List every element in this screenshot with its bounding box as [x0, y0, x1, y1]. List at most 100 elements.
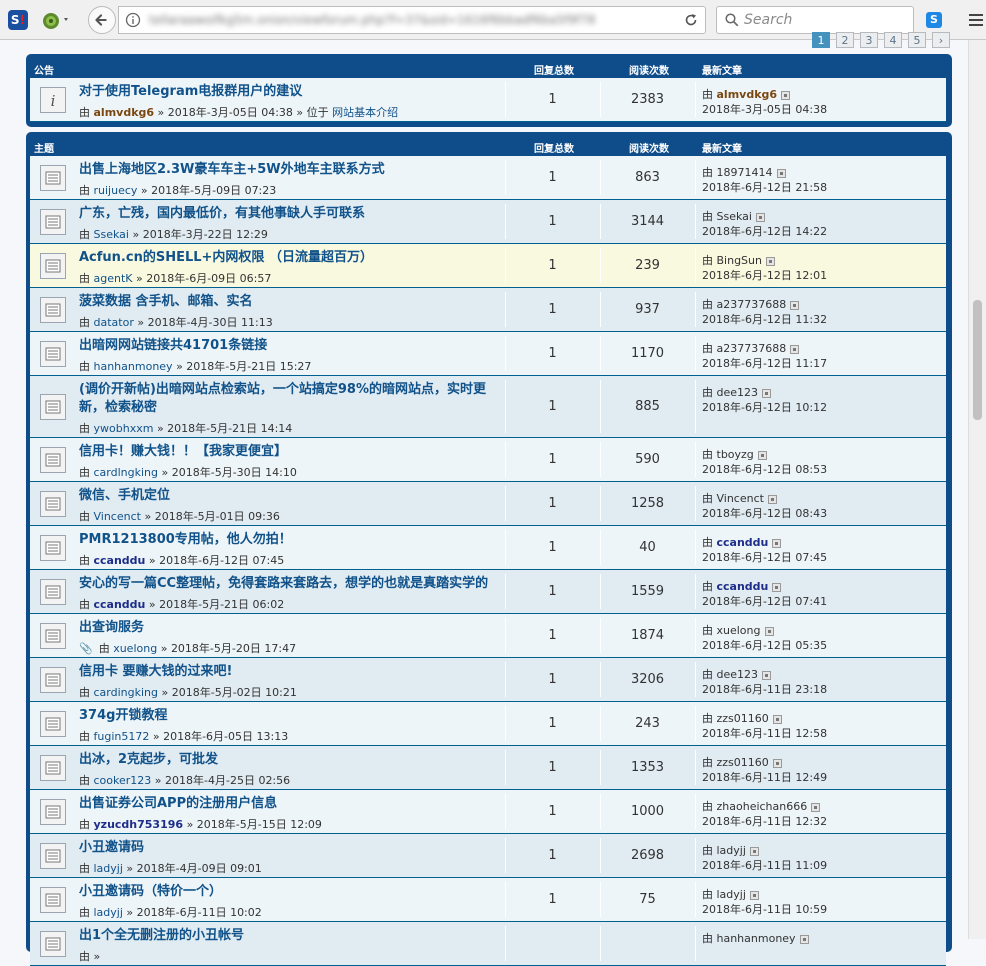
go-to-last-post-icon[interactable] — [772, 582, 782, 592]
last-post-user-link[interactable]: ladyjj — [717, 844, 746, 857]
page-2[interactable]: 2 — [836, 32, 854, 48]
author-link[interactable]: xuelong — [113, 642, 157, 655]
author-link[interactable]: fugin5172 — [94, 730, 150, 743]
by-label: 由 — [702, 386, 713, 399]
topic-title-link[interactable]: 信用卡 要赚大钱的过来吧! — [79, 663, 232, 681]
go-to-last-post-icon[interactable] — [757, 450, 767, 460]
page-1[interactable]: 1 — [812, 32, 830, 48]
go-to-last-post-icon[interactable] — [755, 212, 765, 222]
last-post-user-link[interactable]: BingSun — [717, 254, 762, 267]
topic-title-link[interactable]: 出售上海地区2.3W豪车车主+5W外地车主联系方式 — [79, 161, 385, 179]
topic-title-link[interactable]: (调价开新帖)出暗网站点检索站，一个站搞定98%的暗网站点，实时更新，检索秘密 — [79, 381, 499, 417]
topic-title-link[interactable]: 出暗网网站链接共41701条链接 — [79, 337, 267, 355]
last-post-user-link[interactable]: ccanddu — [717, 580, 769, 593]
go-to-last-post-icon[interactable] — [767, 494, 777, 504]
topic-title-link[interactable]: 信用卡！赚大钱！！【我家更便宜】 — [79, 443, 287, 461]
go-to-last-post-icon[interactable] — [762, 388, 772, 398]
topic-row: 出售上海地区2.3W豪车车主+5W外地车主联系方式由 ruijuecy » 20… — [30, 156, 946, 200]
last-post-user-link[interactable]: ladyjj — [717, 888, 746, 901]
last-post-user-link[interactable]: zhaoheichan666 — [717, 800, 808, 813]
topic-title-link[interactable]: 对于使用Telegram电报群用户的建议 — [79, 83, 302, 101]
go-to-last-post-icon[interactable] — [772, 538, 782, 548]
go-to-last-post-icon[interactable] — [776, 168, 786, 178]
topic-title-link[interactable]: PMR1213800专用帖，他人勿拍！ — [79, 531, 292, 549]
last-post-user-link[interactable]: a237737688 — [717, 342, 787, 355]
topic-title-link[interactable]: 微信、手机定位 — [79, 487, 170, 505]
by-label: 由 — [79, 422, 90, 435]
author-link[interactable]: datator — [94, 316, 134, 329]
page-4[interactable]: 4 — [884, 32, 902, 48]
author-link[interactable]: Ssekai — [94, 228, 129, 241]
author-link[interactable]: yzucdh753196 — [94, 818, 184, 831]
author-link[interactable]: ywobhxxm — [94, 422, 154, 435]
pagination-next[interactable]: › — [932, 32, 950, 48]
author-link[interactable]: ccanddu — [94, 598, 146, 611]
forum-link[interactable]: 网站基本介绍 — [332, 106, 398, 119]
page-5[interactable]: 5 — [908, 32, 926, 48]
author-link[interactable]: hanhanmoney — [94, 360, 173, 373]
author-link[interactable]: cardingking — [94, 686, 159, 699]
info-icon[interactable] — [125, 12, 141, 28]
topic-title-link[interactable]: 374g开锁教程 — [79, 707, 167, 725]
svg-text:i: i — [51, 92, 56, 110]
page-scrollbar[interactable] — [968, 40, 986, 939]
last-post-user-link[interactable]: Ssekai — [717, 210, 752, 223]
go-to-last-post-icon[interactable] — [772, 714, 782, 724]
last-post-user-link[interactable]: dee123 — [717, 668, 759, 681]
last-post-user-link[interactable]: dee123 — [717, 386, 759, 399]
author-link[interactable]: cardlngking — [94, 466, 159, 479]
last-post-user-link[interactable]: zzs01160 — [717, 756, 769, 769]
last-post-user-link[interactable]: Vincenct — [717, 492, 764, 505]
author-link[interactable]: ccanddu — [94, 554, 146, 567]
topic-title-link[interactable]: Acfun.cn的SHELL+内网权限 （日流量超百万） — [79, 249, 373, 267]
topic-title-link[interactable]: 小丑邀请码 — [79, 839, 144, 857]
last-post-user-link[interactable]: zzs01160 — [717, 712, 769, 725]
search-bar[interactable]: Search — [716, 6, 914, 34]
topic-title-link[interactable]: 安心的写一篇CC整理帖，免得套路来套路去，想学的也就是真踏实学的 — [79, 575, 488, 593]
author-link[interactable]: Vincenct — [94, 510, 141, 523]
page-3[interactable]: 3 — [860, 32, 878, 48]
back-button[interactable] — [88, 6, 116, 34]
last-post-user-link[interactable]: ccanddu — [717, 536, 769, 549]
last-post-user-link[interactable]: a237737688 — [717, 298, 787, 311]
last-post-user-link[interactable]: xuelong — [717, 624, 761, 637]
topic-title-link[interactable]: 出查询服务 — [79, 619, 144, 637]
go-to-last-post-icon[interactable] — [764, 626, 774, 636]
go-to-last-post-icon[interactable] — [762, 670, 772, 680]
go-to-last-post-icon[interactable] — [765, 256, 775, 266]
search-icon — [725, 13, 739, 27]
onion-extension-icon[interactable] — [40, 9, 70, 31]
go-to-last-post-icon[interactable] — [799, 934, 809, 944]
reload-icon[interactable] — [683, 12, 699, 28]
s-extension-icon[interactable]: S! — [8, 10, 28, 30]
skype-extension-icon[interactable]: S — [926, 12, 942, 28]
go-to-last-post-icon[interactable] — [790, 344, 800, 354]
author-link[interactable]: cooker123 — [94, 774, 152, 787]
topic-title-link[interactable]: 小丑邀请码（特价一个） — [79, 883, 222, 901]
last-post-user-link[interactable]: almvdkg6 — [717, 88, 778, 101]
url-bar[interactable]: tellaraawoifkg5m.onion/viewforum.php?f=3… — [118, 6, 706, 34]
topic-title-link[interactable]: 菠菜数据 含手机、邮箱、实名 — [79, 293, 253, 311]
author-link[interactable]: ruijuecy — [94, 184, 138, 197]
go-to-last-post-icon[interactable] — [749, 890, 759, 900]
last-post-user-link[interactable]: 18971414 — [717, 166, 773, 179]
go-to-last-post-icon[interactable] — [772, 758, 782, 768]
author-link[interactable]: ladyjj — [94, 906, 123, 919]
topic-title-link[interactable]: 广东，亡残，国内最低价，有其他事缺人手可联系 — [79, 205, 365, 223]
hamburger-menu-icon[interactable] — [968, 12, 984, 28]
replies-count: 1 — [548, 346, 557, 361]
topic-title-link[interactable]: 出售证券公司APP的注册用户信息 — [79, 795, 277, 813]
go-to-last-post-icon[interactable] — [790, 300, 800, 310]
topic-title-link[interactable]: 出1个全无删注册的小丑帐号 — [79, 927, 244, 945]
author-link[interactable]: ladyjj — [94, 862, 123, 875]
topic-title-link[interactable]: 出冰，2克起步，可批发 — [79, 751, 218, 769]
topic-row: 出1个全无删注册的小丑帐号由 » 由 hanhanmoney — [30, 922, 946, 966]
scrollbar-thumb[interactable] — [973, 300, 982, 420]
author-link[interactable]: almvdkg6 — [94, 106, 155, 119]
go-to-last-post-icon[interactable] — [749, 846, 759, 856]
go-to-last-post-icon[interactable] — [811, 802, 821, 812]
author-link[interactable]: agentK — [94, 272, 133, 285]
last-post-user-link[interactable]: tboyzg — [717, 448, 754, 461]
go-to-last-post-icon[interactable] — [781, 90, 791, 100]
pagination-prev[interactable] — [780, 26, 804, 42]
